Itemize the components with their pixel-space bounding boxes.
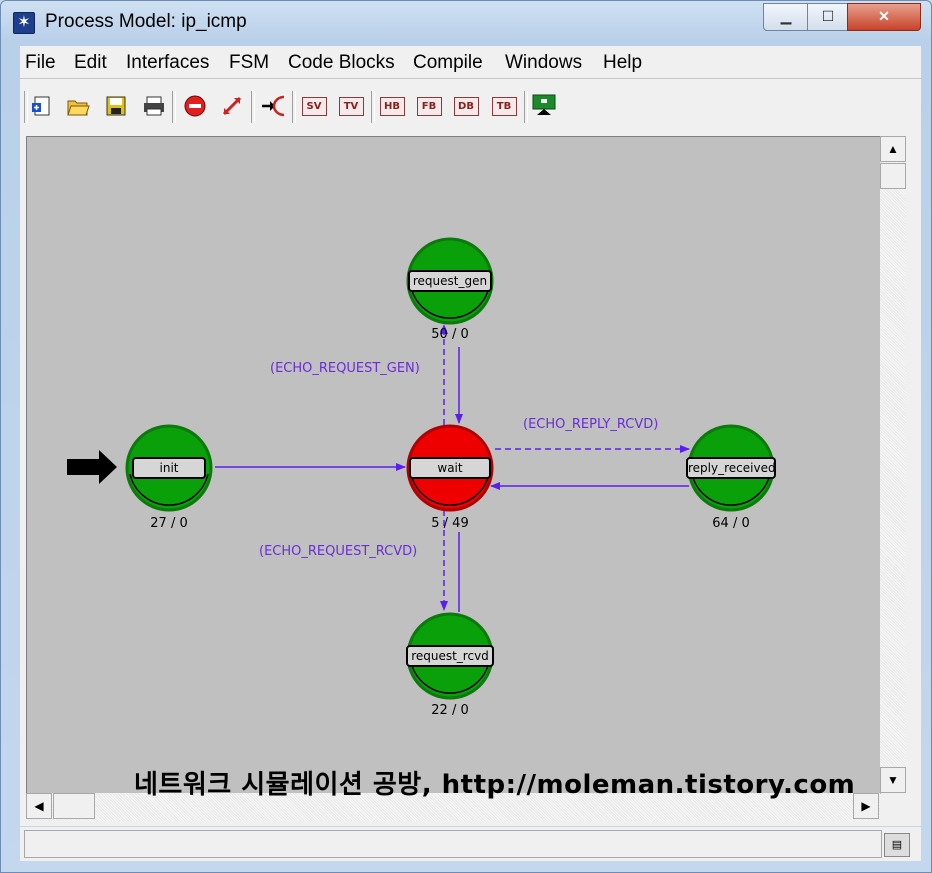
toolbar: SV TV HB FB DB TB xyxy=(20,79,921,129)
menu-interfaces[interactable]: Interfaces xyxy=(126,52,209,74)
state-label-init: init xyxy=(132,457,206,479)
save-icon[interactable] xyxy=(102,92,130,120)
transition-label-echo-request-gen[interactable]: (ECHO_REQUEST_GEN) xyxy=(270,361,420,376)
state-count-request-gen: 50 / 0 xyxy=(431,327,469,342)
menu-edit[interactable]: Edit xyxy=(74,52,107,74)
scroll-down-icon[interactable]: ▼ xyxy=(880,767,906,793)
status-message-field xyxy=(24,830,882,858)
vertical-scrollbar[interactable]: ▲ ▼ xyxy=(880,136,906,793)
state-count-reply-received: 64 / 0 xyxy=(712,516,750,531)
fb-label: FB xyxy=(416,96,442,116)
menu-windows[interactable]: Windows xyxy=(505,52,582,74)
transition-arrow-icon[interactable] xyxy=(259,92,287,120)
header-block-button[interactable]: HB xyxy=(378,92,406,120)
state-label-request-rcvd: request_rcvd xyxy=(406,645,494,667)
toolbar-separator xyxy=(371,91,375,123)
transition-label-echo-reply-rcvd[interactable]: (ECHO_REPLY_RCVD) xyxy=(523,417,658,432)
state-count-request-rcvd: 22 / 0 xyxy=(431,703,469,718)
menu-help[interactable]: Help xyxy=(603,52,642,74)
initial-state-arrow xyxy=(67,450,117,484)
tb-label: TB xyxy=(491,96,517,116)
state-label-wait: wait xyxy=(409,457,491,479)
hb-label: HB xyxy=(379,96,405,116)
diagnostic-block-button[interactable]: DB xyxy=(452,92,480,120)
open-folder-icon[interactable] xyxy=(64,92,92,120)
state-label-reply-received: reply_received xyxy=(686,457,776,479)
horizontal-scroll-thumb[interactable] xyxy=(53,793,95,819)
maximize-button[interactable]: ☐ xyxy=(807,3,849,31)
transition-label-echo-request-rcvd[interactable]: (ECHO_REQUEST_RCVD) xyxy=(259,544,417,559)
toolbar-separator xyxy=(292,91,296,123)
scroll-left-icon[interactable]: ◀ xyxy=(26,793,52,819)
close-button[interactable]: ✕ xyxy=(847,3,921,31)
vertical-scroll-thumb[interactable] xyxy=(880,163,906,189)
state-variables-button[interactable]: SV xyxy=(300,92,328,120)
menu-compile[interactable]: Compile xyxy=(413,52,483,74)
stop-icon[interactable] xyxy=(181,92,209,120)
compile-icon[interactable] xyxy=(530,92,558,120)
tv-label: TV xyxy=(338,96,364,116)
termination-block-button[interactable]: TB xyxy=(490,92,518,120)
minimize-button[interactable]: ▁ xyxy=(763,3,809,31)
function-block-button[interactable]: FB xyxy=(415,92,443,120)
state-count-init: 27 / 0 xyxy=(150,516,188,531)
log-icon[interactable]: ▤ xyxy=(884,833,910,857)
split-arrows-icon[interactable] xyxy=(218,92,246,120)
toolbar-separator xyxy=(172,91,176,123)
state-count-wait: 5 / 49 xyxy=(431,516,469,531)
toolbar-separator xyxy=(251,91,255,123)
watermark-text: 네트워크 시뮬레이션 공방, http://moleman.tistory.co… xyxy=(134,770,856,800)
title-bar[interactable]: ✶ Process Model: ip_icmp ▁ ☐ ✕ xyxy=(1,1,931,43)
new-file-icon[interactable] xyxy=(28,92,56,120)
status-bar: ▤ xyxy=(20,827,921,861)
fsm-canvas[interactable]: request_gen init wait reply_received req… xyxy=(26,136,881,794)
menu-code-blocks[interactable]: Code Blocks xyxy=(288,52,395,74)
menu-bar: File Edit Interfaces FSM Code Blocks Com… xyxy=(20,46,921,79)
scroll-right-icon[interactable]: ▶ xyxy=(853,793,879,819)
menu-file[interactable]: File xyxy=(25,52,56,74)
scroll-up-icon[interactable]: ▲ xyxy=(880,136,906,162)
state-label-request-gen: request_gen xyxy=(408,270,492,292)
app-icon: ✶ xyxy=(13,12,35,34)
process-model-window: ✶ Process Model: ip_icmp ▁ ☐ ✕ File Edit… xyxy=(0,0,932,873)
print-icon[interactable] xyxy=(140,92,168,120)
temp-variables-button[interactable]: TV xyxy=(337,92,365,120)
sv-label: SV xyxy=(301,96,327,116)
menu-fsm[interactable]: FSM xyxy=(229,52,269,74)
toolbar-separator xyxy=(524,91,528,123)
window-title: Process Model: ip_icmp xyxy=(45,11,247,32)
db-label: DB xyxy=(453,96,479,116)
